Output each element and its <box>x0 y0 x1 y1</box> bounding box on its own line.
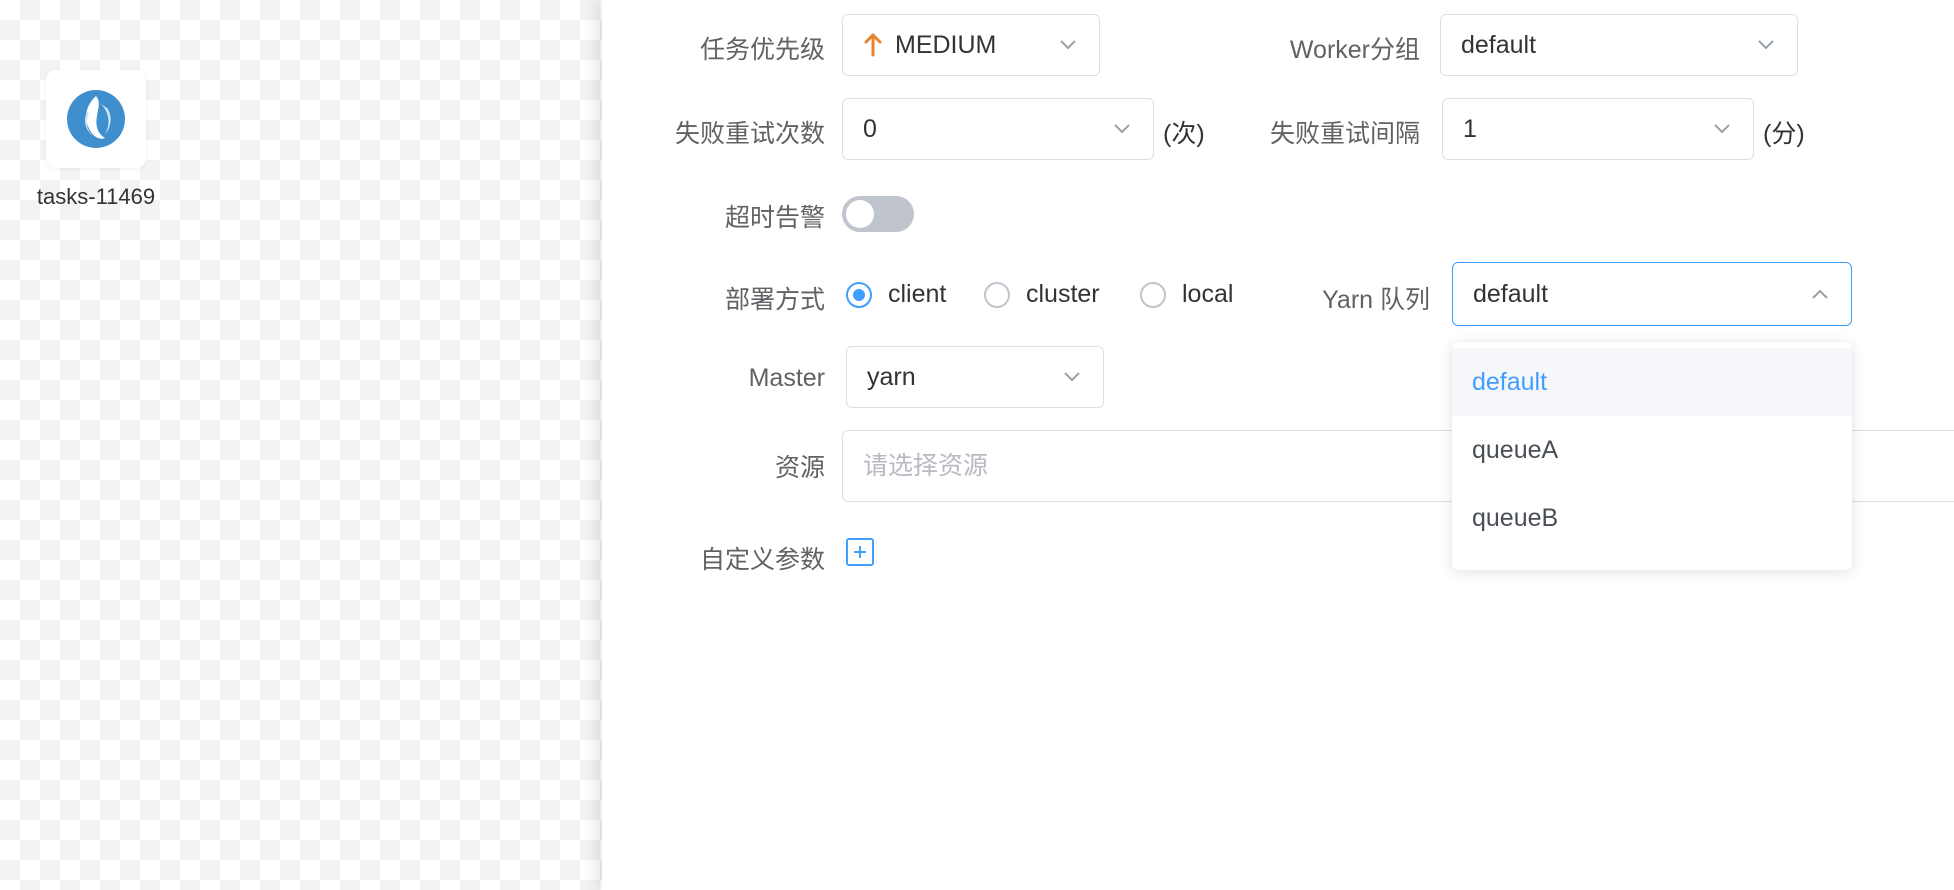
node-label: tasks-11469 <box>36 184 156 209</box>
radio-circle <box>984 281 1010 308</box>
resource-label: 资源 <box>774 454 825 482</box>
radio-circle <box>1140 281 1166 308</box>
radio-cluster[interactable]: cluster <box>984 280 1100 309</box>
worker-group-value: default <box>1461 30 1537 59</box>
yarn-queue-value: default <box>1473 279 1549 308</box>
yarn-queue-select[interactable]: default <box>1452 262 1852 326</box>
dropdown-option-default[interactable]: default <box>1452 348 1852 416</box>
plus-icon <box>854 546 866 558</box>
chevron-down-icon <box>1755 34 1777 56</box>
dag-canvas[interactable]: tasks-11469 <box>0 0 602 890</box>
yarn-queue-label: Yarn 队列 <box>1322 286 1430 314</box>
radio-client-label: client <box>888 280 947 308</box>
yarn-queue-dropdown: default queueA queueB <box>1452 342 1852 570</box>
timeout-alarm-toggle[interactable] <box>842 196 914 232</box>
radio-client[interactable]: client <box>846 280 946 309</box>
add-param-button[interactable] <box>846 538 874 566</box>
radio-local-label: local <box>1182 280 1234 308</box>
priority-value: MEDIUM <box>895 30 997 59</box>
retry-interval-unit: (分) <box>1763 120 1805 148</box>
retry-interval-select[interactable]: 1 <box>1442 98 1754 160</box>
retry-times-label: 失败重试次数 <box>674 120 825 148</box>
master-label: Master <box>748 364 825 392</box>
chevron-down-icon <box>1711 118 1733 140</box>
task-node[interactable] <box>46 70 146 168</box>
worker-group-label: Worker分组 <box>1289 36 1420 64</box>
retry-times-unit: (次) <box>1163 120 1205 148</box>
master-value: yarn <box>867 362 916 391</box>
retry-times-select[interactable]: 0 <box>842 98 1154 160</box>
chevron-down-icon <box>1111 118 1133 140</box>
flink-logo-icon <box>67 90 125 148</box>
dropdown-option-queueA[interactable]: queueA <box>1452 416 1852 484</box>
worker-group-select[interactable]: default <box>1440 14 1798 76</box>
custom-params-label: 自定义参数 <box>699 546 825 574</box>
retry-interval-label: 失败重试间隔 <box>1269 120 1420 148</box>
arrow-up-icon <box>863 33 883 57</box>
radio-cluster-label: cluster <box>1026 280 1100 308</box>
radio-local[interactable]: local <box>1140 280 1233 309</box>
radio-circle <box>846 281 872 308</box>
master-select[interactable]: yarn <box>846 346 1104 408</box>
timeout-alarm-label: 超时告警 <box>724 204 825 232</box>
chevron-down-icon <box>1057 34 1079 56</box>
dropdown-option-queueB[interactable]: queueB <box>1452 484 1852 552</box>
deploy-mode-label: 部署方式 <box>724 286 825 314</box>
retry-interval-value: 1 <box>1463 114 1477 143</box>
priority-label: 任务优先级 <box>699 36 825 64</box>
toggle-knob <box>846 200 874 228</box>
chevron-up-icon <box>1809 283 1831 305</box>
chevron-down-icon <box>1061 366 1083 388</box>
priority-select[interactable]: MEDIUM <box>842 14 1100 76</box>
retry-times-value: 0 <box>863 114 877 143</box>
